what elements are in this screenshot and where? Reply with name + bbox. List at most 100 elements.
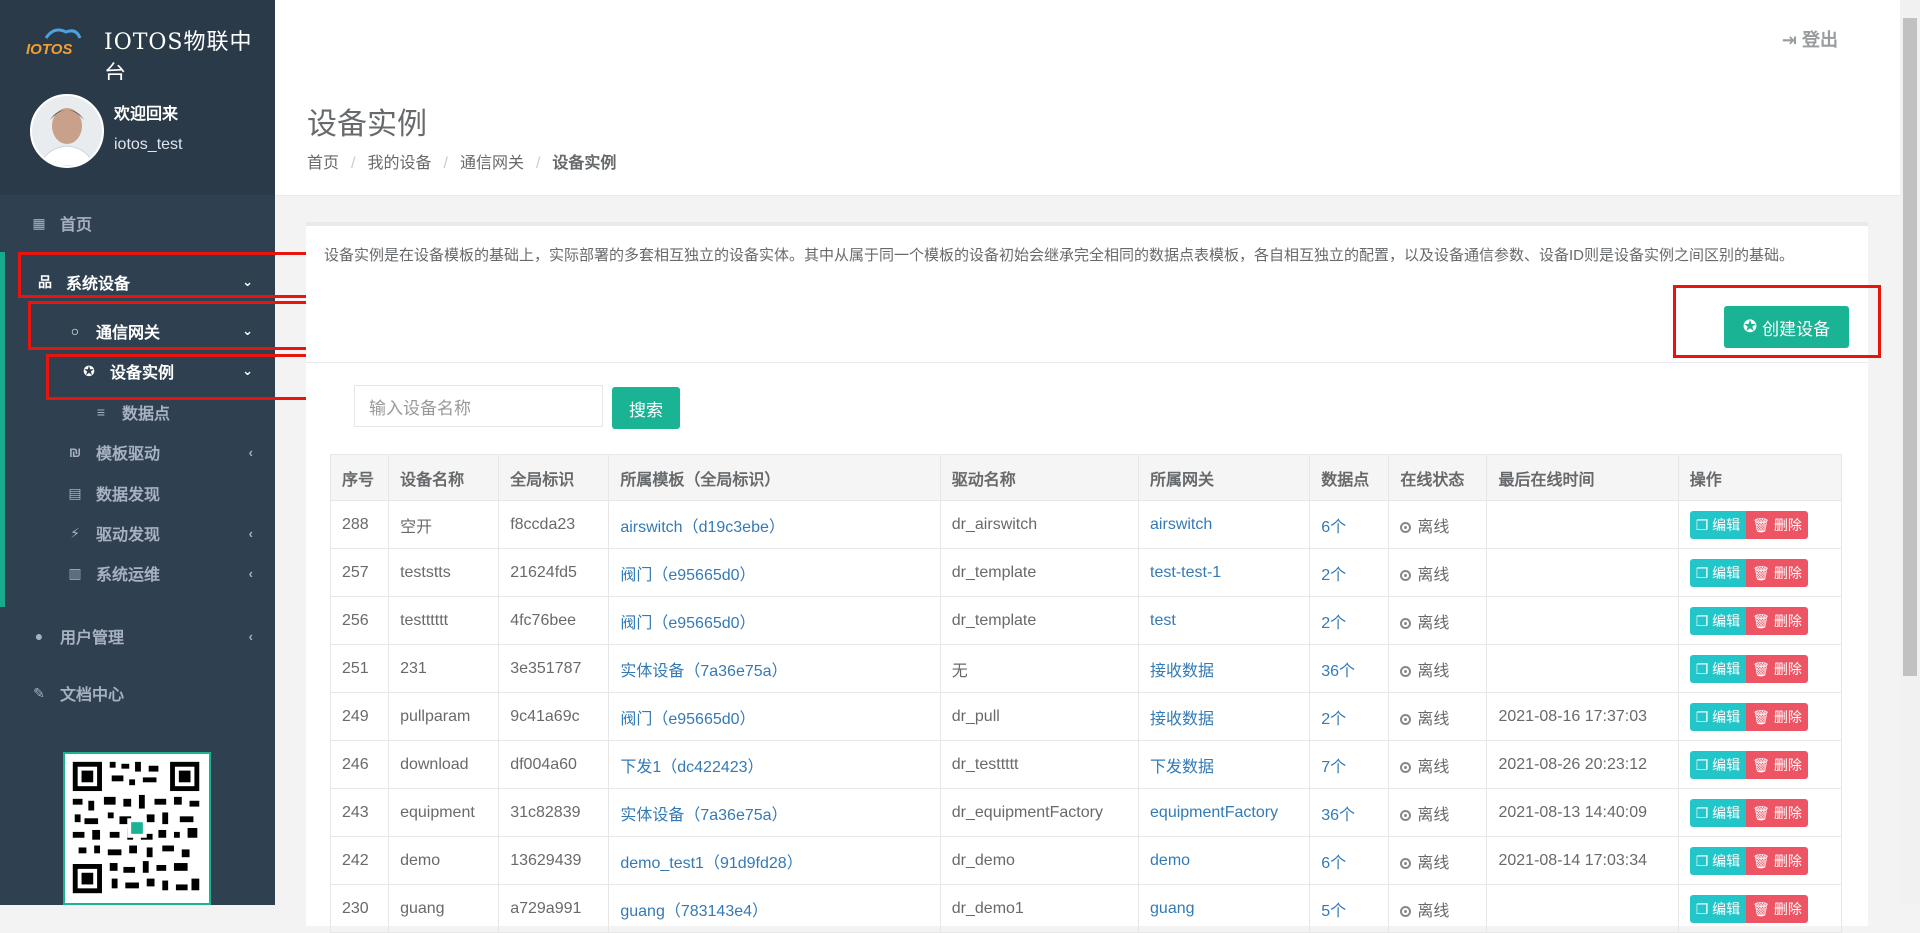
edit-button[interactable]: ❐ 编辑 bbox=[1689, 846, 1747, 875]
trash-icon: 🗑 bbox=[1752, 516, 1770, 533]
table-cell[interactable]: test-test-1 bbox=[1138, 548, 1311, 597]
edit-button[interactable]: ❐ 编辑 bbox=[1689, 702, 1747, 731]
table-cell[interactable]: 2个 bbox=[1309, 692, 1390, 741]
sidebar-item-system-ops[interactable]: ▥ 系统运维 ‹ bbox=[0, 553, 275, 593]
template-icon: ₪ bbox=[68, 444, 82, 460]
status-text: 离线 bbox=[1417, 566, 1450, 584]
sidebar-item-docs[interactable]: ✎ 文档中心 bbox=[0, 673, 275, 713]
table-header[interactable]: 所属模板（全局标识） bbox=[608, 454, 941, 501]
table-cell: demo bbox=[388, 836, 500, 885]
table-cell[interactable]: airswitch（d19c3ebe） bbox=[608, 500, 941, 549]
table-header[interactable]: 驱动名称 bbox=[939, 454, 1140, 501]
database-icon: ≡ bbox=[96, 404, 106, 420]
delete-button[interactable]: 🗑 删除 bbox=[1746, 894, 1808, 923]
table-header: 操作 bbox=[1677, 454, 1843, 501]
table-header[interactable]: 在线状态 bbox=[1388, 454, 1488, 501]
table-header[interactable]: 设备名称 bbox=[388, 454, 500, 501]
page-scrollbar[interactable] bbox=[1900, 0, 1920, 905]
status-text: 离线 bbox=[1417, 902, 1450, 920]
table-cell: df004a60 bbox=[498, 740, 610, 789]
delete-button[interactable]: 🗑 删除 bbox=[1746, 846, 1808, 875]
table-cell[interactable]: 接收数据 bbox=[1138, 692, 1311, 741]
table-cell[interactable]: 下发1（dc422423） bbox=[608, 740, 941, 789]
page-title: 设备实例 bbox=[307, 108, 427, 141]
table-cell[interactable]: 阀门（e95665d0） bbox=[608, 548, 941, 597]
table-cell: teststts bbox=[388, 548, 500, 597]
table-cell[interactable]: guang（783143e4） bbox=[608, 884, 941, 933]
table-row: 288 空开 f8ccda23 airswitch（d19c3ebe） dr_airsw… bbox=[329, 500, 1843, 549]
status-offline-icon bbox=[1400, 665, 1412, 677]
table-header[interactable]: 全局标识 bbox=[498, 454, 610, 501]
edit-button[interactable]: ❐ 编辑 bbox=[1689, 510, 1747, 539]
table-cell[interactable]: airswitch bbox=[1138, 500, 1311, 549]
table-header[interactable]: 所属网关 bbox=[1138, 454, 1311, 501]
table-header[interactable]: 数据点 bbox=[1309, 454, 1390, 501]
table-cell[interactable]: 实体设备（7a36e75a） bbox=[608, 788, 941, 837]
delete-button[interactable]: 🗑 删除 bbox=[1746, 750, 1808, 779]
sidebar-item-data-discovery[interactable]: ▤ 数据发现 bbox=[0, 473, 275, 513]
search-button[interactable]: 搜索 bbox=[612, 387, 680, 429]
breadcrumb-current: 设备实例 bbox=[552, 155, 617, 172]
sidebar-item-user-management[interactable]: ● 用户管理 ‹ bbox=[0, 616, 275, 656]
table-header[interactable]: 序号 bbox=[329, 454, 390, 501]
trash-icon: 🗑 bbox=[1752, 756, 1770, 773]
delete-button[interactable]: 🗑 删除 bbox=[1746, 798, 1808, 827]
logout-button[interactable]: ⇥ 登出 bbox=[1782, 26, 1838, 52]
edit-button[interactable]: ❐ 编辑 bbox=[1689, 558, 1747, 587]
sidebar-item-driver-discovery[interactable]: ⚡ 驱动发现 ‹ bbox=[0, 513, 275, 553]
table-cell: pullparam bbox=[388, 692, 500, 741]
search-input[interactable]: 输入设备名称 bbox=[354, 385, 603, 427]
breadcrumb-my-devices[interactable]: 我的设备 bbox=[367, 155, 431, 172]
table-cell[interactable]: demo bbox=[1138, 836, 1311, 885]
table-cell[interactable]: 下发数据 bbox=[1138, 740, 1311, 789]
table-cell[interactable]: 2个 bbox=[1309, 548, 1390, 597]
avatar[interactable] bbox=[30, 94, 104, 168]
table-cell[interactable]: 6个 bbox=[1309, 500, 1390, 549]
edit-button[interactable]: ❐ 编辑 bbox=[1689, 654, 1747, 683]
table-cell-actions: ❐ 编辑 🗑 删除 bbox=[1677, 788, 1843, 837]
breadcrumb-gateway[interactable]: 通信网关 bbox=[460, 155, 524, 172]
table-cell[interactable]: 实体设备（7a36e75a） bbox=[608, 644, 941, 693]
table-cell[interactable]: 2个 bbox=[1309, 596, 1390, 645]
table-cell[interactable]: guang bbox=[1138, 884, 1311, 933]
table-cell[interactable]: 阀门（e95665d0） bbox=[608, 596, 941, 645]
delete-button[interactable]: 🗑 删除 bbox=[1746, 606, 1808, 635]
table-header[interactable]: 最后在线时间 bbox=[1486, 454, 1679, 501]
copy-icon: ❐ bbox=[1695, 756, 1709, 773]
table-row: 249 pullparam 9c41a69c 阀门（e95665d0） dr_pull 接… bbox=[329, 692, 1843, 741]
delete-button[interactable]: 🗑 删除 bbox=[1746, 702, 1808, 731]
table-cell[interactable]: 6个 bbox=[1309, 836, 1390, 885]
highlight-frame bbox=[1673, 285, 1881, 358]
user-profile: 欢迎回来 iotos_test bbox=[0, 80, 275, 195]
welcome-text: 欢迎回来 bbox=[114, 106, 179, 123]
trash-icon: 🗑 bbox=[1752, 708, 1770, 725]
sidebar-item-label: 数据点 bbox=[122, 406, 171, 423]
sidebar-item-label: 首页 bbox=[60, 217, 93, 234]
scrollbar-thumb[interactable] bbox=[1903, 18, 1917, 676]
delete-button[interactable]: 🗑 删除 bbox=[1746, 654, 1808, 683]
table-cell bbox=[1486, 548, 1679, 597]
sidebar-item-template-driver[interactable]: ₪ 模板驱动 ‹ bbox=[0, 432, 275, 472]
status-text: 离线 bbox=[1417, 806, 1450, 824]
table-cell: 离线 bbox=[1388, 836, 1488, 885]
table-cell: 2021-08-26 20:23:12 bbox=[1486, 740, 1679, 789]
edit-button[interactable]: ❐ 编辑 bbox=[1689, 750, 1747, 779]
svg-text:IOTOS: IOTOS bbox=[26, 41, 72, 58]
edit-button[interactable]: ❐ 编辑 bbox=[1689, 798, 1747, 827]
delete-button[interactable]: 🗑 删除 bbox=[1746, 510, 1808, 539]
table-cell[interactable]: 36个 bbox=[1309, 644, 1390, 693]
table-cell[interactable]: 阀门（e95665d0） bbox=[608, 692, 941, 741]
sidebar-item-home[interactable]: ▦ 首页 bbox=[0, 203, 275, 243]
table-cell[interactable]: equipmentFactory bbox=[1138, 788, 1311, 837]
delete-button[interactable]: 🗑 删除 bbox=[1746, 558, 1808, 587]
table-cell[interactable]: 5个 bbox=[1309, 884, 1390, 933]
edit-button[interactable]: ❐ 编辑 bbox=[1689, 894, 1747, 923]
breadcrumb-home[interactable]: 首页 bbox=[307, 155, 339, 172]
table-cell[interactable]: 36个 bbox=[1309, 788, 1390, 837]
highlight-frame bbox=[18, 252, 323, 298]
edit-button[interactable]: ❐ 编辑 bbox=[1689, 606, 1747, 635]
table-cell[interactable]: 7个 bbox=[1309, 740, 1390, 789]
table-cell[interactable]: demo_test1（91d9fd28） bbox=[608, 836, 941, 885]
table-cell[interactable]: test bbox=[1138, 596, 1311, 645]
table-cell[interactable]: 接收数据 bbox=[1138, 644, 1311, 693]
